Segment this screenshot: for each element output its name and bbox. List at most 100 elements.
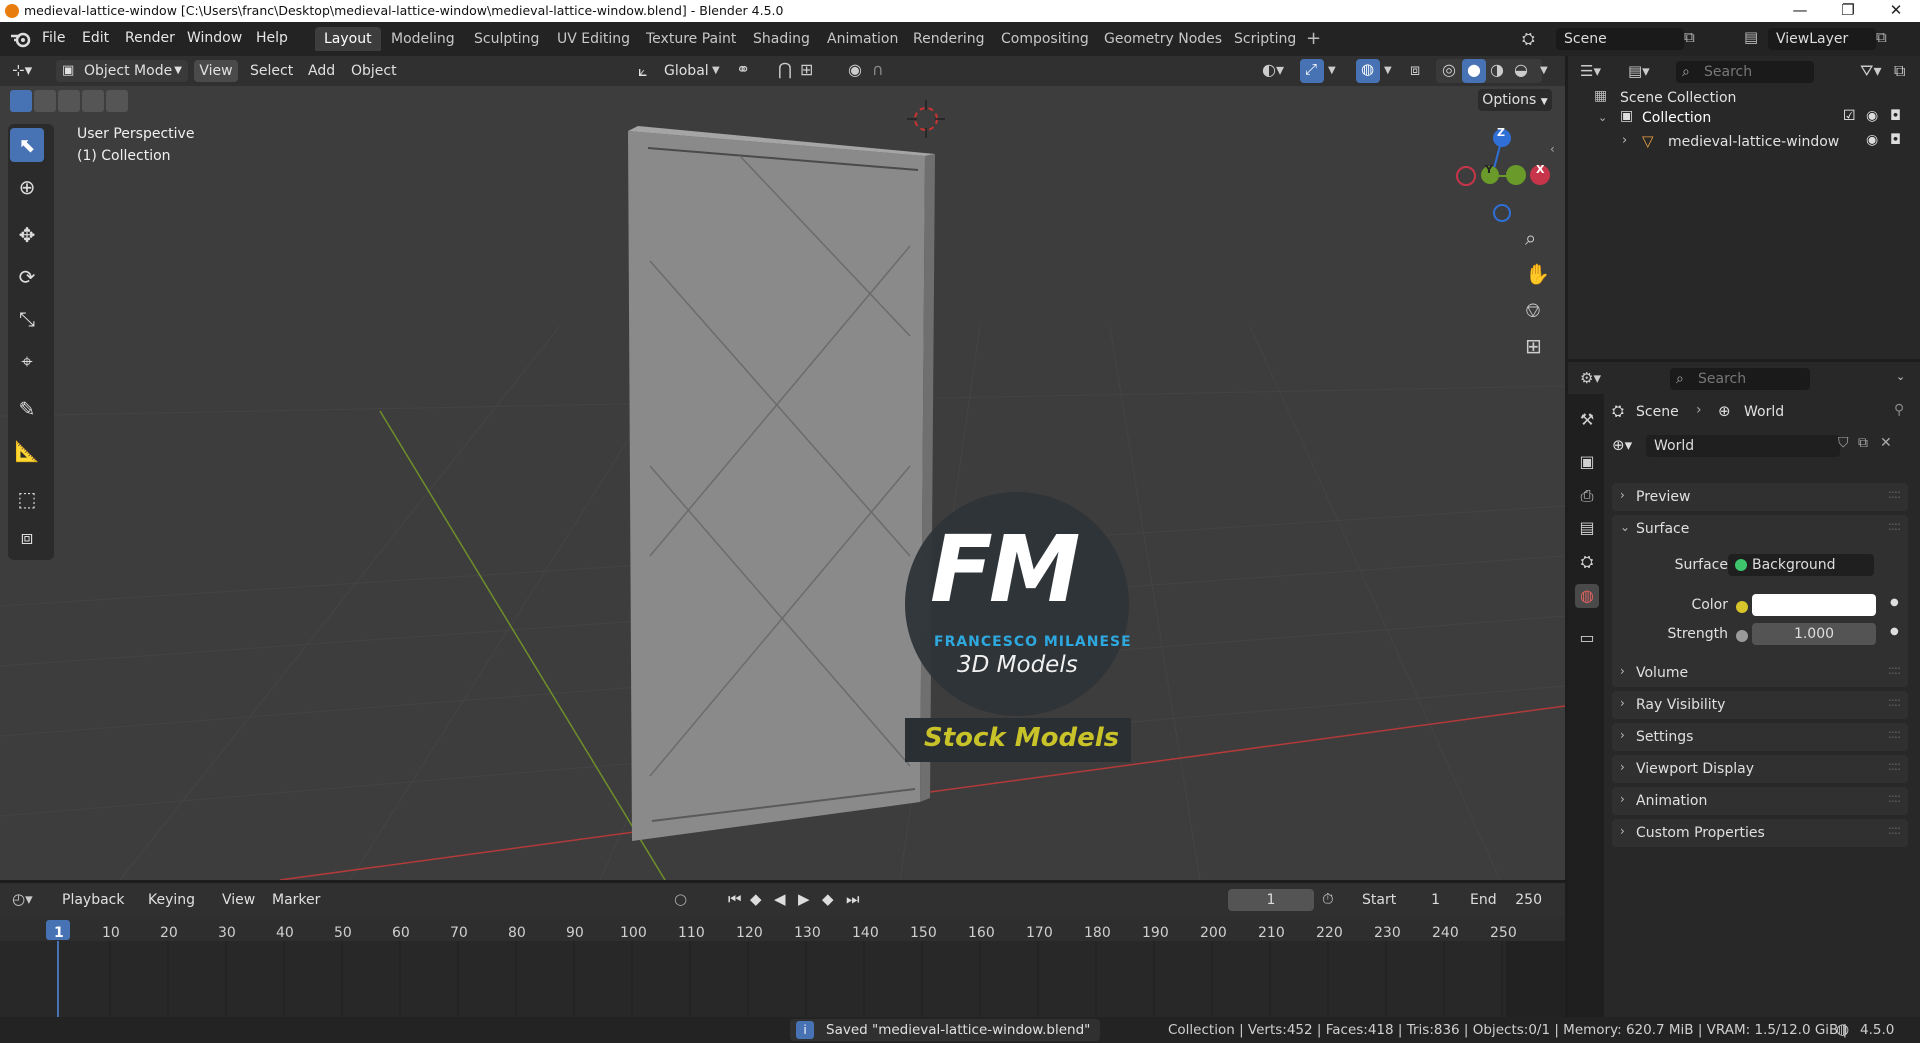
- select-invert-button[interactable]: [82, 90, 104, 112]
- new-scene-icon[interactable]: ⧉: [1684, 28, 1695, 46]
- timeline-editor-icon[interactable]: ◴▾: [12, 890, 33, 908]
- visibility-icon[interactable]: ◐▾: [1262, 60, 1284, 79]
- menu-help[interactable]: Help: [256, 30, 288, 46]
- close-button[interactable]: ✕: [1876, 1, 1916, 19]
- collection-label[interactable]: Collection: [1642, 110, 1711, 126]
- world-tab-icon[interactable]: ◍: [1575, 584, 1599, 608]
- tab-geometry-nodes[interactable]: Geometry Nodes: [1095, 27, 1231, 51]
- output-tab-icon[interactable]: ⎙: [1575, 484, 1599, 508]
- strength-field[interactable]: 1.000: [1752, 623, 1876, 645]
- select-subtract-button[interactable]: [58, 90, 80, 112]
- collection-tab-icon[interactable]: ▭: [1575, 626, 1599, 650]
- surface-shader-field[interactable]: Background: [1728, 554, 1874, 576]
- fake-user-shield-icon[interactable]: ⛉: [1838, 435, 1849, 451]
- filter-icon[interactable]: ⛛▾: [1860, 61, 1881, 81]
- display-mode-icon[interactable]: ▤▾: [1628, 62, 1650, 80]
- wireframe-shading-icon[interactable]: ◎: [1442, 60, 1456, 79]
- render-tab-icon[interactable]: ▣: [1575, 450, 1599, 474]
- view-layer-tab-icon[interactable]: ▤: [1575, 516, 1599, 540]
- primitive-tool[interactable]: ⧈: [10, 520, 44, 554]
- tab-modeling[interactable]: Modeling: [382, 27, 464, 51]
- chevron-down-icon[interactable]: ▼: [1540, 65, 1548, 76]
- proportional-editing-icon[interactable]: ◉: [848, 60, 862, 79]
- rendered-shading-icon[interactable]: ◒: [1514, 60, 1528, 79]
- breadcrumb-scene[interactable]: Scene: [1636, 404, 1679, 420]
- ray-visibility-panel[interactable]: › Ray Visibility ::::: [1612, 691, 1908, 719]
- chevron-down-icon[interactable]: ⌄: [1598, 111, 1607, 124]
- drag-handle-icon[interactable]: ::::: [1888, 695, 1901, 709]
- view-layer-selector[interactable]: ViewLayer: [1768, 28, 1876, 50]
- preview-range-icon[interactable]: ⏱: [1322, 890, 1334, 908]
- camera-icon[interactable]: ◘: [1890, 132, 1901, 148]
- preview-panel[interactable]: › Preview ::::: [1612, 483, 1908, 511]
- annotate-tool[interactable]: ✎: [10, 392, 44, 426]
- outliner-editor-icon[interactable]: ☰▾: [1580, 62, 1601, 80]
- world-browse-icon[interactable]: ⊕▾: [1612, 436, 1632, 454]
- menu-marker[interactable]: Marker: [272, 892, 320, 908]
- menu-render[interactable]: Render: [125, 30, 175, 46]
- next-keyframe-icon[interactable]: ◆: [822, 890, 834, 908]
- menu-object[interactable]: Object: [351, 63, 397, 79]
- menu-add[interactable]: Add: [308, 63, 335, 79]
- measure-tool[interactable]: 📐: [10, 434, 44, 468]
- pivot-point-icon[interactable]: ⚭: [736, 60, 750, 80]
- 3d-viewport[interactable]: User Perspective (1) Collection Options …: [0, 86, 1565, 880]
- chevron-down-icon[interactable]: ▼: [1384, 65, 1392, 76]
- menu-window[interactable]: Window: [187, 30, 242, 46]
- sidebar-toggle-icon[interactable]: ‹: [1550, 142, 1555, 156]
- play-reverse-icon[interactable]: ◀: [774, 890, 786, 908]
- duplicate-icon[interactable]: ⧉: [1858, 435, 1868, 451]
- ortho-grid-icon[interactable]: ⊞: [1525, 334, 1542, 358]
- new-view-layer-icon[interactable]: ⧉: [1876, 28, 1887, 46]
- pan-hand-icon[interactable]: ✋: [1525, 262, 1550, 286]
- select-extend-button[interactable]: [34, 90, 56, 112]
- scene-collection-label[interactable]: Scene Collection: [1620, 90, 1736, 106]
- menu-timeline-view[interactable]: View: [222, 892, 255, 908]
- animation-panel[interactable]: › Animation ::::: [1612, 787, 1908, 815]
- camera-icon[interactable]: ◘: [1890, 108, 1901, 124]
- eye-icon[interactable]: ◉: [1866, 132, 1878, 148]
- drag-handle-icon[interactable]: ::::: [1888, 663, 1901, 677]
- outliner-search[interactable]: ⌕ Search: [1676, 61, 1814, 83]
- chevron-right-icon[interactable]: ›: [1622, 133, 1627, 148]
- keyframe-dot-icon[interactable]: ●: [1890, 597, 1899, 608]
- prev-keyframe-icon[interactable]: ◆: [750, 890, 762, 908]
- transform-tool[interactable]: ⌖: [10, 344, 44, 378]
- network-globe-icon[interactable]: ◍: [1836, 1020, 1849, 1038]
- object-label[interactable]: medieval-lattice-window: [1668, 134, 1839, 150]
- select-intersect-button[interactable]: [106, 90, 128, 112]
- menu-file[interactable]: File: [42, 30, 65, 46]
- tool-tab-icon[interactable]: ⚒: [1575, 408, 1599, 432]
- minimize-button[interactable]: —: [1780, 1, 1820, 19]
- blender-menu-icon[interactable]: [10, 30, 32, 48]
- zoom-icon[interactable]: ⌕: [1525, 226, 1536, 250]
- pin-icon[interactable]: ⚲: [1894, 402, 1904, 418]
- transform-orientation-dropdown[interactable]: Global: [664, 63, 709, 79]
- color-swatch[interactable]: [1752, 594, 1876, 616]
- new-collection-icon[interactable]: ⧉: [1894, 61, 1905, 81]
- select-box-tool[interactable]: ⬉: [10, 128, 44, 162]
- breadcrumb-world[interactable]: World: [1744, 404, 1784, 420]
- scene-tab-icon[interactable]: ⛭: [1575, 550, 1599, 574]
- drag-handle-icon[interactable]: ::::: [1888, 727, 1901, 741]
- menu-keying[interactable]: Keying: [148, 892, 195, 908]
- snap-target-icon[interactable]: ⊞: [800, 60, 813, 79]
- volume-panel[interactable]: › Volume ::::: [1612, 659, 1908, 687]
- jump-start-icon[interactable]: ⏮: [728, 890, 742, 908]
- select-new-button[interactable]: [10, 90, 32, 112]
- menu-edit[interactable]: Edit: [82, 30, 109, 46]
- jump-end-icon[interactable]: ⏭: [846, 890, 860, 908]
- add-cube-tool[interactable]: ⬚: [10, 482, 44, 516]
- tab-texture-paint[interactable]: Texture Paint: [637, 27, 745, 51]
- snap-icon[interactable]: ⋂: [778, 60, 792, 80]
- xray-icon[interactable]: ⧈: [1410, 60, 1420, 80]
- viewport-display-panel[interactable]: › Viewport Display ::::: [1612, 755, 1908, 783]
- unlink-icon[interactable]: ✕: [1880, 435, 1892, 451]
- tab-shading[interactable]: Shading: [744, 27, 819, 51]
- chevron-down-icon[interactable]: ▼: [1328, 65, 1336, 76]
- eye-icon[interactable]: ◉: [1866, 108, 1878, 124]
- keyframe-dot-icon[interactable]: ●: [1890, 626, 1899, 637]
- tab-uv-editing[interactable]: UV Editing: [548, 27, 639, 51]
- falloff-icon[interactable]: ∩: [872, 60, 884, 79]
- rotate-tool[interactable]: ⟳: [10, 260, 44, 294]
